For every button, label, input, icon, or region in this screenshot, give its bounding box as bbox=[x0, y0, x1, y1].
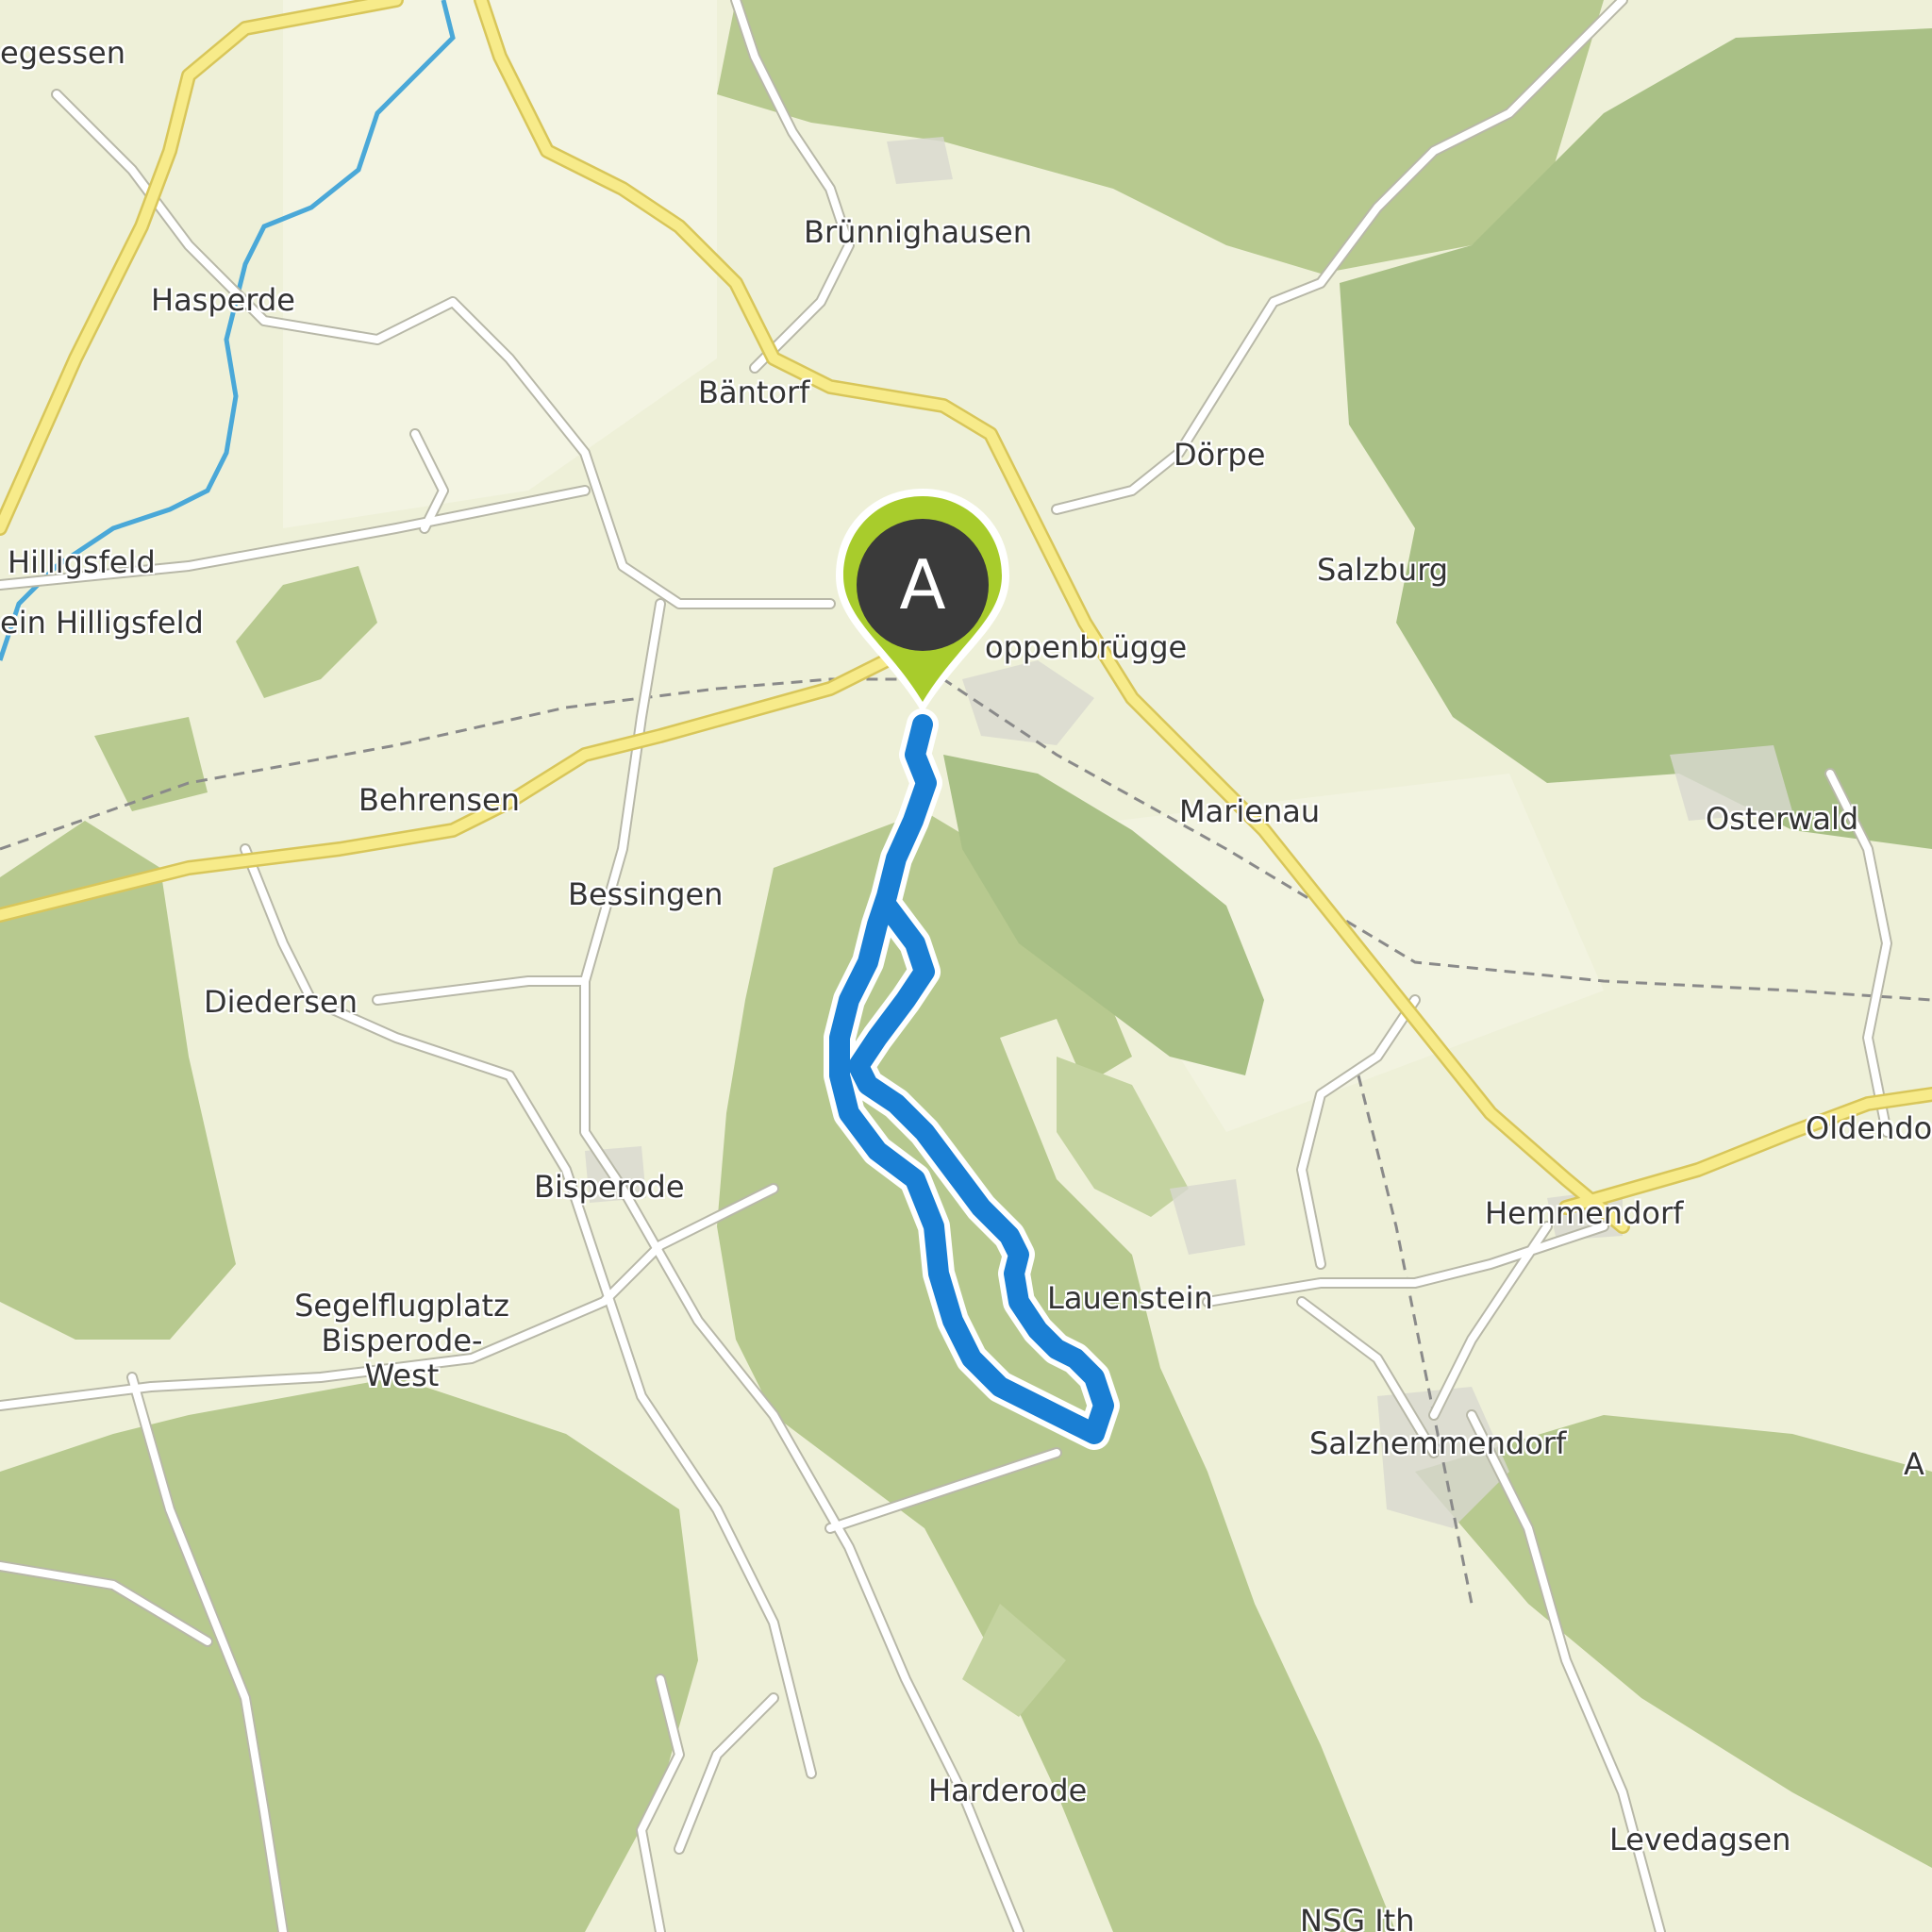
place-label-bisperode: Bisperode bbox=[534, 1169, 685, 1205]
map-view[interactable]: egessen Brünnighausen Hasperde Bäntorf D… bbox=[0, 0, 1932, 1932]
place-label-harderode: Harderode bbox=[928, 1773, 1088, 1808]
place-label-segelflugplatz-line-1: Segelflugplatz bbox=[294, 1288, 509, 1324]
place-label-diedersen: Diedersen bbox=[204, 984, 358, 1020]
place-label-klein-hilligsfeld: ein Hilligsfeld bbox=[0, 605, 204, 641]
place-label-lauenstein: Lauenstein bbox=[1047, 1280, 1213, 1316]
place-label-segelflugplatz-line-3: West bbox=[364, 1357, 440, 1393]
place-label-egessen: egessen bbox=[0, 35, 125, 71]
place-label-segelflugplatz-line-2: Bisperode- bbox=[321, 1322, 483, 1358]
place-label-hasperde: Hasperde bbox=[151, 282, 295, 318]
place-label-brunnighausen: Brünnighausen bbox=[804, 214, 1032, 250]
start-marker-label: A bbox=[899, 545, 946, 625]
place-label-marienau: Marienau bbox=[1179, 793, 1321, 829]
start-marker-pin[interactable]: A bbox=[819, 483, 1026, 719]
place-label-edge-a: A bbox=[1904, 1446, 1924, 1482]
place-label-salzhemmendorf: Salzhemmendorf bbox=[1309, 1425, 1567, 1461]
place-label-hemmendorf: Hemmendorf bbox=[1485, 1195, 1684, 1231]
place-label-bessingen: Bessingen bbox=[568, 876, 724, 912]
place-label-nsg-ith: NSG Ith bbox=[1300, 1903, 1415, 1932]
place-label-hilligsfeld: Hilligsfeld bbox=[8, 544, 156, 580]
place-label-bantorf: Bäntorf bbox=[698, 375, 810, 410]
place-label-oldendorf: Oldendo bbox=[1806, 1110, 1932, 1146]
place-label-salzburg: Salzburg bbox=[1317, 552, 1449, 588]
place-label-levedagsen: Levedagsen bbox=[1609, 1822, 1791, 1857]
place-label-segelflugplatz: Segelflugplatz Bisperode- West bbox=[279, 1289, 525, 1392]
place-label-behrensen: Behrensen bbox=[358, 782, 520, 818]
place-label-osterwald: Osterwald bbox=[1706, 801, 1859, 837]
place-label-dorpe: Dörpe bbox=[1174, 437, 1266, 473]
